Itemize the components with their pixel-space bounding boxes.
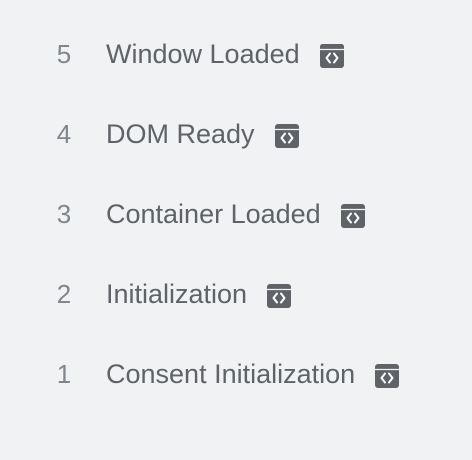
event-item: DOM Ready (106, 119, 299, 150)
event-item: Window Loaded (106, 39, 344, 70)
event-label: Initialization (106, 278, 248, 309)
event-item: Container Loaded (106, 199, 365, 230)
event-list: 5 Window Loaded 4 DOM Ready 3 Container … (0, 0, 472, 460)
event-label: Window Loaded (106, 38, 300, 69)
event-row-window-loaded[interactable]: 5 Window Loaded (0, 14, 472, 94)
event-label: Consent Initialization (106, 358, 356, 389)
code-tag-icon (340, 204, 365, 228)
event-number: 1 (56, 358, 72, 389)
event-item: Consent Initialization (106, 358, 400, 390)
event-number: 2 (56, 278, 72, 309)
event-row-dom-ready[interactable]: 4 DOM Ready (0, 94, 472, 174)
event-row-consent-initialization[interactable]: 1 Consent Initialization (0, 334, 472, 414)
event-row-container-loaded[interactable]: 3 Container Loaded (0, 174, 472, 254)
event-number: 5 (56, 38, 72, 69)
event-row-initialization[interactable]: 2 Initialization (0, 254, 472, 334)
code-tag-icon (319, 44, 344, 68)
event-label: Container Loaded (106, 198, 321, 229)
event-item: Initialization (106, 278, 292, 310)
event-label: DOM Ready (106, 118, 255, 149)
code-tag-icon (375, 364, 400, 388)
event-number: 3 (56, 198, 72, 229)
code-tag-icon (267, 284, 292, 308)
code-tag-icon (274, 124, 299, 148)
event-number: 4 (56, 118, 72, 149)
